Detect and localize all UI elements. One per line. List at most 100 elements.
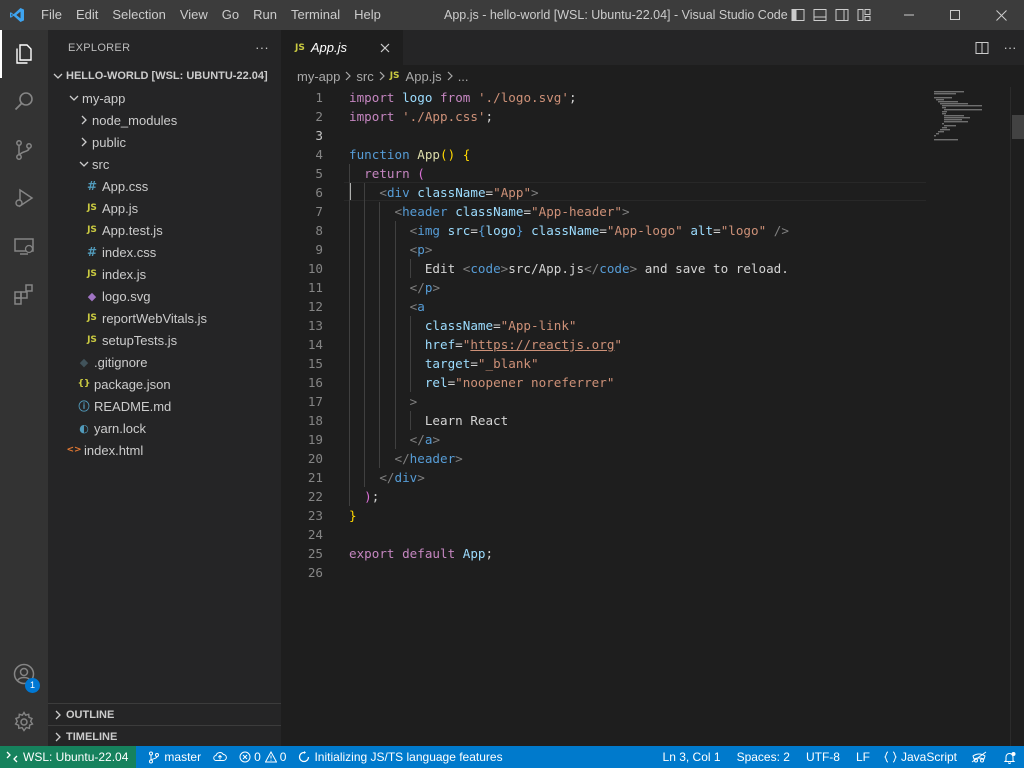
sync-icon[interactable] [207, 746, 233, 768]
tree-item-logo-svg[interactable]: ◆ logo.svg [48, 285, 281, 307]
code-line: 26 [281, 563, 931, 582]
menu-terminal[interactable]: Terminal [284, 0, 347, 30]
scrollbar-thumb[interactable] [1012, 115, 1024, 139]
breadcrumb-item[interactable]: App.js [406, 69, 442, 84]
close-icon[interactable] [377, 40, 393, 56]
menu-go[interactable]: Go [215, 0, 246, 30]
end-of-line[interactable]: LF [848, 746, 878, 768]
more-editor-actions-icon[interactable]: ··· [996, 30, 1024, 65]
tree-item-app-js[interactable]: JS App.js [48, 197, 281, 219]
tree-item-yarn-lock[interactable]: ◐ yarn.lock [48, 417, 281, 439]
maximize-icon[interactable] [932, 0, 978, 30]
line-number: 25 [307, 546, 323, 561]
toggle-secondary-sidebar-icon[interactable] [831, 0, 853, 30]
outline-section[interactable]: OUTLINE [48, 703, 281, 725]
editor-actions: ··· [968, 30, 1024, 65]
extensions-icon[interactable] [0, 270, 48, 318]
tree-item-node-modules[interactable]: node_modules [48, 109, 281, 131]
tree-item-setuptests-js[interactable]: JS setupTests.js [48, 329, 281, 351]
remote-explorer-icon[interactable] [0, 222, 48, 270]
breadcrumb-item[interactable]: my-app [297, 69, 340, 84]
tree-item-src[interactable]: src [48, 153, 281, 175]
explorer-icon[interactable] [0, 30, 48, 78]
menu-run[interactable]: Run [246, 0, 284, 30]
tree-item-label: README.md [94, 398, 172, 414]
vertical-scrollbar[interactable] [1010, 87, 1024, 746]
minimize-icon[interactable] [886, 0, 932, 30]
language-progress[interactable]: Initializing JS/TS language features [292, 746, 508, 768]
tree-item-package-json[interactable]: {} package.json [48, 373, 281, 395]
remote-indicator[interactable]: WSL: Ubuntu-22.04 [0, 746, 137, 768]
tree-item-public[interactable]: public [48, 131, 281, 153]
code-text: return ( [364, 166, 425, 181]
branch-status[interactable]: master [142, 746, 207, 768]
tree-item-my-app[interactable]: my-app [48, 87, 281, 109]
feedback-icon[interactable] [963, 746, 995, 768]
code-editor[interactable]: 1 import logo from './logo.svg'; 2 import '… [281, 87, 1024, 746]
js-file-icon: JS [87, 225, 97, 235]
tab-app-js[interactable]: JS App.js [281, 30, 403, 65]
indentation[interactable]: Spaces: 2 [729, 746, 798, 768]
chevron-down-icon [76, 153, 92, 175]
tree-item-label: package.json [94, 376, 171, 392]
breadcrumb-item[interactable]: ... [458, 69, 469, 84]
toggle-panel-icon[interactable] [809, 0, 831, 30]
menu-selection[interactable]: Selection [105, 0, 172, 30]
run-debug-icon[interactable] [0, 174, 48, 222]
tree-item-index-css[interactable]: # index.css [48, 241, 281, 263]
chevron-right-icon [50, 726, 66, 748]
code-line: 20 </header> [281, 449, 931, 468]
code-line: 8 <img src={logo} className="App-logo" a… [281, 221, 931, 240]
js-file-icon: JS [87, 269, 97, 279]
line-number: 6 [315, 185, 323, 200]
breadcrumb-item[interactable]: src [356, 69, 373, 84]
line-number: 26 [307, 565, 323, 580]
close-window-icon[interactable] [978, 0, 1024, 30]
menu-help[interactable]: Help [347, 0, 388, 30]
line-number: 16 [307, 375, 323, 390]
notifications-bell-icon[interactable] [995, 746, 1024, 768]
tree-item-reportwebvitals-js[interactable]: JS reportWebVitals.js [48, 307, 281, 329]
menu-view[interactable]: View [173, 0, 215, 30]
language-mode[interactable]: JavaScript [878, 746, 963, 768]
code-text: ); [364, 489, 380, 504]
tree-item-index-js[interactable]: JS index.js [48, 263, 281, 285]
tree-item-readme-md[interactable]: ⓘ README.md [48, 395, 281, 417]
search-icon[interactable] [0, 78, 48, 126]
toggle-primary-sidebar-icon[interactable] [787, 0, 809, 30]
cursor-position[interactable]: Ln 3, Col 1 [655, 746, 729, 768]
more-actions-icon[interactable]: ··· [255, 40, 269, 55]
tree-item-gitignore[interactable]: ◆ .gitignore [48, 351, 281, 373]
code-text: </div> [379, 470, 425, 485]
code-line: 18 Learn React [281, 411, 931, 430]
code-text: <header className="App-header"> [394, 204, 630, 219]
language-label: JavaScript [900, 750, 957, 764]
line-number: 23 [307, 508, 323, 523]
status-right: Ln 3, Col 1 Spaces: 2 UTF-8 LF JavaScrip… [655, 746, 1024, 768]
split-editor-icon[interactable] [968, 30, 996, 65]
tree-item-index-html[interactable]: <> index.html [48, 439, 281, 461]
warning-icon [264, 751, 277, 763]
minimap[interactable] [931, 87, 1011, 157]
settings-gear-icon[interactable] [0, 698, 48, 746]
workspace-root[interactable]: HELLO-WORLD [WSL: UBUNTU-22.04] [48, 65, 281, 87]
encoding[interactable]: UTF-8 [798, 746, 848, 768]
accounts-icon[interactable]: 1 [0, 650, 48, 698]
window-title: App.js - hello-world [WSL: Ubuntu-22.04]… [444, 8, 788, 22]
tree-item-app-test-js[interactable]: JS App.test.js [48, 219, 281, 241]
tree-item-app-css[interactable]: # App.css [48, 175, 281, 197]
customize-layout-icon[interactable] [853, 0, 875, 30]
svg-file-icon: ◆ [87, 289, 97, 303]
problems-status[interactable]: 0 0 [233, 746, 292, 768]
code-text: Edit <code>src/App.js</code> and save to… [349, 261, 789, 276]
menu-file[interactable]: File [34, 0, 69, 30]
error-icon [239, 751, 251, 763]
menu-edit[interactable]: Edit [69, 0, 105, 30]
chevron-right-icon [76, 109, 92, 131]
code-text: <a [409, 299, 425, 314]
source-control-icon[interactable] [0, 126, 48, 174]
timeline-section[interactable]: TIMELINE [48, 725, 281, 747]
code-line: 10 Edit <code>src/App.js</code> and save… [281, 259, 931, 278]
tree-item-label: App.css [102, 178, 149, 194]
tree-item-label: logo.svg [102, 288, 151, 304]
